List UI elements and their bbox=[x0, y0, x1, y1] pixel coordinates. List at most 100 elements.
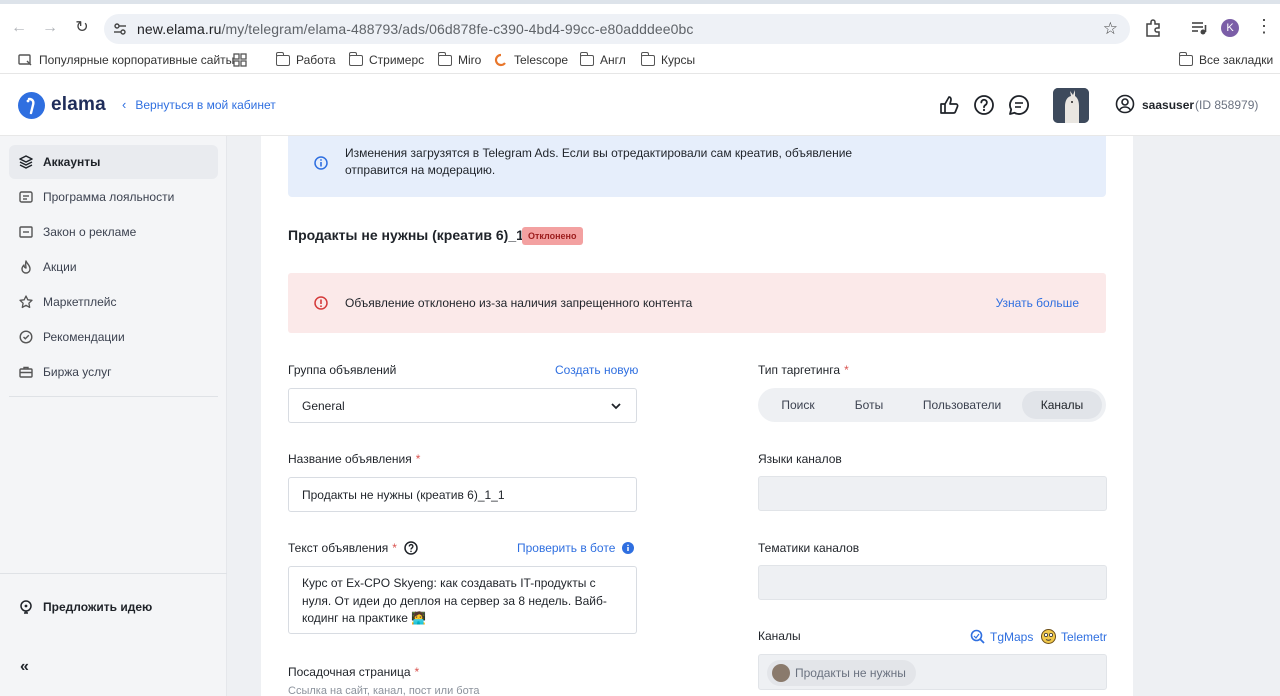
channel-avatar bbox=[772, 664, 790, 682]
media-control-icon[interactable] bbox=[1189, 18, 1209, 38]
telemetr-icon bbox=[1041, 629, 1056, 644]
star-icon bbox=[19, 295, 33, 309]
law-icon bbox=[19, 226, 33, 238]
sidebar-item-loyalty[interactable]: Программа лояльности bbox=[9, 180, 218, 214]
ad-title: Продакты не нужны (креатив 6)_1_1 bbox=[288, 227, 540, 243]
ad-text-label: Текст объявления * bbox=[288, 541, 418, 555]
targeting-option-users[interactable]: Пользователи bbox=[904, 391, 1020, 419]
folder-icon bbox=[640, 51, 655, 66]
sidebar-item-marketplace[interactable]: Маркетплейс bbox=[9, 285, 218, 319]
reload-icon[interactable]: ↻ bbox=[72, 18, 92, 38]
briefcase-icon bbox=[19, 366, 33, 378]
info-banner: Изменения загрузятся в Telegram Ads. Есл… bbox=[288, 136, 1106, 197]
channels-input[interactable]: Продакты не нужны bbox=[758, 654, 1107, 690]
sidebar-bottom-divider bbox=[0, 573, 227, 574]
channels-label: Каналы bbox=[758, 629, 801, 643]
languages-select[interactable] bbox=[758, 476, 1107, 511]
thumbs-up-icon[interactable] bbox=[938, 94, 960, 116]
ad-name-input[interactable]: Продакты не нужны (креатив 6)_1_1 bbox=[288, 477, 637, 512]
address-bar[interactable]: new.elama.ru/my/telegram/elama-488793/ad… bbox=[104, 14, 1130, 44]
targeting-type-toggle: Поиск Боты Пользователи Каналы bbox=[758, 388, 1106, 422]
ad-text-textarea[interactable]: Курс от Ex-CPO Skyeng: как создавать IT-… bbox=[288, 566, 637, 634]
folder-icon bbox=[1178, 51, 1193, 66]
chat-icon[interactable] bbox=[1008, 94, 1030, 116]
user-icon[interactable] bbox=[1115, 94, 1135, 114]
bookmark-folder-kursy[interactable]: Курсы bbox=[640, 50, 695, 70]
forward-arrow-icon[interactable]: → bbox=[40, 18, 60, 38]
bookmark-folder-miro[interactable]: Miro bbox=[437, 50, 481, 70]
elama-logo-icon[interactable] bbox=[18, 92, 45, 119]
logo-text[interactable]: elama bbox=[51, 94, 106, 116]
warning-circle-icon bbox=[314, 296, 328, 310]
profile-avatar[interactable]: K bbox=[1221, 19, 1239, 37]
bookmark-folder-angl[interactable]: Англ bbox=[579, 50, 626, 70]
check-in-bot-link[interactable]: Проверить в боте bbox=[517, 541, 615, 555]
bookmark-folder-rabota[interactable]: Работа bbox=[275, 50, 336, 70]
info-icon bbox=[314, 156, 328, 170]
topics-select[interactable] bbox=[758, 565, 1107, 600]
languages-label: Языки каналов bbox=[758, 452, 842, 466]
browser-toolbar: ← → ↻ new.elama.ru/my/telegram/elama-488… bbox=[0, 0, 1280, 48]
sidebar-item-ad-law[interactable]: Закон о рекламе bbox=[9, 215, 218, 249]
back-to-cabinet-link[interactable]: ‹ Вернуться в мой кабинет bbox=[122, 97, 276, 112]
account-avatar[interactable] bbox=[1053, 88, 1089, 123]
sidebar-item-accounts[interactable]: Аккаунты bbox=[9, 145, 218, 179]
info-icon[interactable] bbox=[622, 542, 634, 554]
targeting-option-channels[interactable]: Каналы bbox=[1022, 391, 1102, 419]
user-name[interactable]: saasuser bbox=[1142, 98, 1194, 112]
suggest-idea-button[interactable]: Предложить идею bbox=[9, 590, 218, 624]
app-header: elama ‹ Вернуться в мой кабинет saasuser … bbox=[0, 74, 1280, 136]
bookmark-telescope[interactable]: Telescope bbox=[494, 50, 568, 70]
bookmarks-bar: Популярные корпоративные сайты Работа Ст… bbox=[0, 46, 1280, 74]
browser-menu-icon[interactable]: ⋮ bbox=[1255, 16, 1273, 37]
rejection-text: Объявление отклонено из-за наличия запре… bbox=[345, 296, 693, 310]
rejection-banner: Объявление отклонено из-за наличия запре… bbox=[288, 273, 1106, 333]
url-text[interactable]: new.elama.ru/my/telegram/elama-488793/ad… bbox=[137, 21, 694, 37]
targeting-label: Тип таргетинга * bbox=[758, 363, 849, 377]
create-group-link[interactable]: Создать новую bbox=[555, 363, 638, 377]
bookmark-folder-strimers[interactable]: Стримерс bbox=[348, 50, 424, 70]
group-label: Группа объявлений bbox=[288, 363, 397, 377]
grid-icon bbox=[233, 53, 247, 67]
bookmark-popular-sites[interactable]: Популярные корпоративные сайты bbox=[18, 50, 234, 70]
extensions-icon[interactable] bbox=[1143, 18, 1163, 38]
chevron-down-icon bbox=[611, 403, 621, 410]
tgmaps-icon bbox=[970, 629, 985, 644]
bookmark-apps[interactable] bbox=[233, 50, 247, 70]
ad-name-label: Название объявления * bbox=[288, 452, 421, 466]
targeting-option-search[interactable]: Поиск bbox=[762, 391, 834, 419]
flame-icon bbox=[21, 260, 31, 274]
learn-more-link[interactable]: Узнать больше bbox=[996, 296, 1079, 310]
landing-label: Посадочная страница * bbox=[288, 665, 420, 679]
bookmark-star-icon[interactable]: ☆ bbox=[1103, 19, 1118, 39]
sidebar-item-services-exchange[interactable]: Биржа услуг bbox=[9, 355, 218, 389]
tgmaps-link[interactable]: TgMaps bbox=[970, 629, 1033, 644]
chevron-left-icon: ‹ bbox=[122, 97, 127, 112]
sidebar-divider bbox=[9, 396, 218, 397]
help-icon[interactable] bbox=[404, 541, 418, 555]
topics-label: Тематики каналов bbox=[758, 541, 860, 555]
channel-chip[interactable]: Продакты не нужны bbox=[767, 660, 916, 686]
check-circle-icon bbox=[19, 330, 33, 344]
help-icon[interactable] bbox=[973, 94, 995, 116]
site-settings-icon[interactable] bbox=[112, 21, 128, 37]
landing-hint: Ссылка на сайт, канал, пост или бота bbox=[288, 685, 480, 696]
user-id: (ID 858979) bbox=[1195, 98, 1259, 112]
sidebar-item-recommendations[interactable]: Рекомендации bbox=[9, 320, 218, 354]
collapse-sidebar-icon[interactable]: « bbox=[20, 658, 29, 676]
back-arrow-icon[interactable]: ← bbox=[9, 18, 29, 38]
targeting-option-bots[interactable]: Боты bbox=[834, 391, 904, 419]
all-bookmarks[interactable]: Все закладки bbox=[1178, 50, 1273, 70]
telemetr-link[interactable]: Telemetr bbox=[1041, 629, 1107, 644]
site-icon bbox=[18, 54, 32, 66]
folder-icon bbox=[437, 51, 452, 66]
folder-icon bbox=[579, 51, 594, 66]
sidebar-item-promos[interactable]: Акции bbox=[9, 250, 218, 284]
folder-icon bbox=[348, 51, 363, 66]
ad-edit-card: Изменения загрузятся в Telegram Ads. Есл… bbox=[261, 136, 1133, 696]
loyalty-icon bbox=[19, 191, 33, 203]
info-text: Изменения загрузятся в Telegram Ads. Есл… bbox=[345, 146, 853, 177]
ad-group-select[interactable]: General bbox=[288, 388, 637, 423]
status-badge: Отклонено bbox=[522, 227, 583, 245]
folder-icon bbox=[275, 51, 290, 66]
